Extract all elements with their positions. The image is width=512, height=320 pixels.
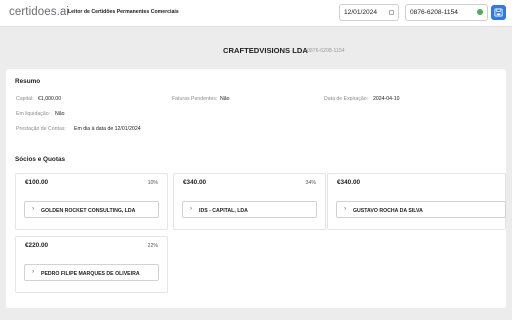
liquidacao-label: Em liquidação: xyxy=(16,111,51,117)
save-button[interactable] xyxy=(491,5,506,20)
partner-expander[interactable]: › IDS - CAPITAL, LDA xyxy=(182,201,317,218)
capital-value: €1,000.00 xyxy=(38,96,62,102)
chevron-right-icon: › xyxy=(344,206,346,212)
prestacao-label: Prestação de Contas: xyxy=(16,126,66,132)
partner-card: €220.00 22% › PEDRO FILIPE MARQUES DE OL… xyxy=(15,236,168,293)
company-name: CRAFTEDVISIONS LDA xyxy=(223,46,308,55)
save-icon xyxy=(494,8,503,17)
chevron-right-icon: › xyxy=(32,269,34,275)
partner-percent: 10% xyxy=(147,180,158,186)
partner-expander[interactable]: › GOLDEN ROCKET CONSULTING, LDA xyxy=(24,201,159,218)
top-bar: certidoes.ai Leitor de Certidões Permane… xyxy=(0,0,512,27)
partner-card: €340.00 › GUSTAVO ROCHA DA SILVA xyxy=(327,173,506,230)
logo-main: certidoes xyxy=(9,6,57,18)
expiracao-label: Data de Expiração: xyxy=(324,96,369,102)
status-ok-icon xyxy=(477,9,483,15)
partner-card: €340.00 34% › IDS - CAPITAL, LDA xyxy=(173,173,326,230)
chevron-right-icon: › xyxy=(32,206,34,212)
date-value: 12/01/2024 xyxy=(344,9,378,16)
partner-percent: 34% xyxy=(305,180,316,186)
partner-expander[interactable]: › GUSTAVO ROCHA DA SILVA xyxy=(336,201,506,218)
partner-card: €100.00 10% › GOLDEN ROCKET CONSULTING, … xyxy=(15,173,168,230)
partner-expander[interactable]: › PEDRO FILIPE MARQUES DE OLIVEIRA xyxy=(24,264,159,281)
chevron-right-icon: › xyxy=(190,206,192,212)
company-code: 0876-6208-1154 xyxy=(307,47,345,54)
partner-name: PEDRO FILIPE MARQUES DE OLIVEIRA xyxy=(41,270,140,277)
capital-label: Capital: xyxy=(16,96,34,102)
partner-amount: €340.00 xyxy=(183,179,207,186)
details-card: Resumo Capital: €1,000.00 Faturas Penden… xyxy=(6,69,506,308)
certificate-code-input[interactable]: 0876-6208-1154 xyxy=(405,4,488,21)
partner-percent: 22% xyxy=(147,243,158,249)
faturas-label: Faturas Pendentes: xyxy=(172,96,218,102)
calendar-icon[interactable] xyxy=(389,10,394,15)
socios-heading: Sócios e Quotas xyxy=(15,156,66,163)
partner-amount: €100.00 xyxy=(25,179,49,186)
liquidacao-value: Não xyxy=(55,111,65,117)
partner-amount: €340.00 xyxy=(337,179,361,186)
app-title: Leitor de Certidões Permanentes Comercia… xyxy=(68,9,179,15)
prestacao-value: Em dia à data de 12/01/2024 xyxy=(74,126,141,132)
expiracao-value: 2024-04-10 xyxy=(373,96,400,102)
app-logo[interactable]: certidoes.ai xyxy=(9,6,69,18)
resumo-heading: Resumo xyxy=(15,78,41,85)
partner-amount: €220.00 xyxy=(25,242,49,249)
faturas-value: Não xyxy=(220,96,230,102)
partner-name: GUSTAVO ROCHA DA SILVA xyxy=(353,207,423,214)
date-input[interactable]: 12/01/2024 xyxy=(339,4,399,21)
partner-name: IDS - CAPITAL, LDA xyxy=(199,207,248,214)
certificate-code-value: 0876-6208-1154 xyxy=(410,9,458,16)
partner-name: GOLDEN ROCKET CONSULTING, LDA xyxy=(41,207,136,214)
